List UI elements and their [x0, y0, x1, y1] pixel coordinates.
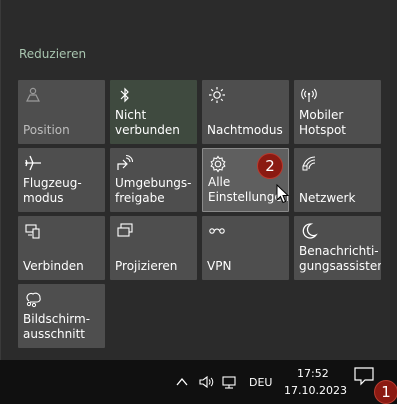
location-person-icon	[24, 86, 42, 104]
chevron-up-icon[interactable]	[174, 374, 190, 390]
tile-label: Bildschirm- ausschnitt	[23, 312, 91, 341]
tile-focus-assist[interactable]: Benachrichti- gungsassistent	[294, 216, 381, 280]
clock-date[interactable]: 17.10.2023	[284, 384, 347, 397]
tile-label: Flugzeug- modus	[23, 176, 82, 205]
tile-mobile-hotspot[interactable]: Mobiler Hotspot	[294, 80, 381, 144]
bluetooth-icon	[116, 86, 134, 104]
tile-network[interactable]: Netzwerk	[294, 148, 381, 212]
ethernet-icon[interactable]	[221, 374, 237, 390]
tile-nearby-sharing[interactable]: Umgebungs- freigabe	[110, 148, 197, 212]
tile-connect[interactable]: Verbinden	[18, 216, 105, 280]
tile-label: Position	[23, 123, 70, 137]
tile-label: Benachrichti- gungsassistent	[299, 244, 381, 273]
collapse-link[interactable]: Reduzieren	[19, 47, 86, 61]
share-icon	[116, 154, 134, 172]
tile-label: Nachtmodus	[207, 123, 283, 137]
action-center-button[interactable]	[352, 364, 376, 388]
mouse-cursor-icon	[276, 183, 290, 204]
connect-icon	[24, 222, 42, 240]
tile-label: VPN	[207, 259, 232, 273]
action-center-panel: Reduzieren Position Nicht verbunden Nach…	[0, 0, 397, 360]
tile-label: Umgebungs- freigabe	[115, 176, 192, 205]
project-icon	[116, 222, 134, 240]
brightness-icon	[208, 86, 226, 104]
language-indicator[interactable]: DEU	[249, 376, 272, 389]
tile-label: Nicht verbunden	[115, 108, 180, 137]
vpn-icon	[208, 222, 226, 240]
tile-airplane-mode[interactable]: Flugzeug- modus	[18, 148, 105, 212]
moon-icon	[300, 222, 318, 240]
tile-night-mode[interactable]: Nachtmodus	[202, 80, 289, 144]
airplane-icon	[24, 154, 42, 172]
tile-screen-snip[interactable]: Bildschirm- ausschnitt	[18, 284, 105, 348]
taskbar: DEU 17:52 17.10.2023	[0, 360, 397, 404]
network-icon	[300, 154, 318, 172]
tile-project[interactable]: Projizieren	[110, 216, 197, 280]
clock-time[interactable]: 17:52	[297, 367, 329, 380]
tile-label: Verbinden	[23, 259, 84, 273]
tile-bluetooth[interactable]: Nicht verbunden	[110, 80, 197, 144]
snip-icon	[24, 290, 42, 308]
tile-label: Mobiler Hotspot	[299, 108, 346, 137]
hotspot-icon	[300, 86, 318, 104]
gear-icon	[209, 155, 227, 173]
step-badge: 2	[257, 153, 283, 179]
tile-vpn[interactable]: VPN	[202, 216, 289, 280]
screen: Reduzieren Position Nicht verbunden Nach…	[0, 0, 397, 404]
notification-badge: 1	[374, 380, 397, 404]
tile-label: Projizieren	[115, 259, 178, 273]
speaker-icon[interactable]	[198, 374, 214, 390]
tile-label: Netzwerk	[299, 191, 356, 205]
tile-position[interactable]: Position	[18, 80, 105, 144]
